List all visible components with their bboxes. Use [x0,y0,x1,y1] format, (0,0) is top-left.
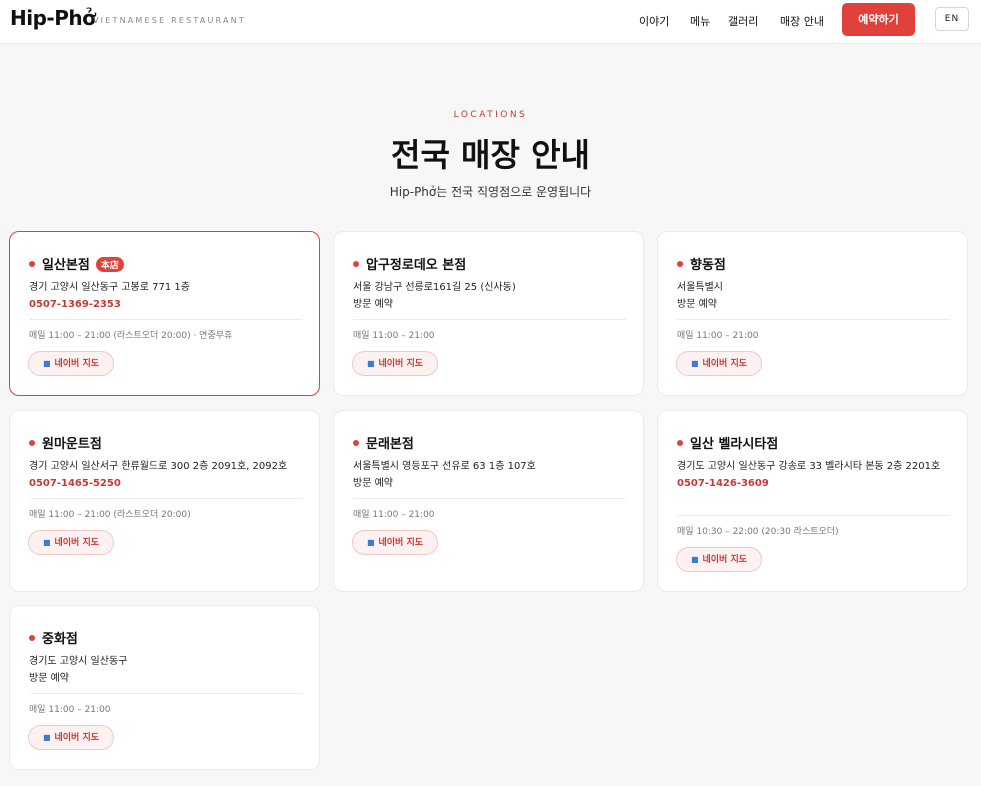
naver-map-button[interactable]: ■ 네이버 지도 [28,351,114,376]
map-icon: ■ [366,538,375,547]
store-card-ilsan-main: 일산본점 本店 경기 고양시 일산동구 고봉로 771 1층 0507-1369-2… [9,231,320,396]
store-card-mullae: 문래본점 서울특별시 영등포구 선유로 63 1층 107호 방문 예약 매일 1… [333,410,644,592]
store-address: 서울 강남구 선릉로161길 25 (신사동) 방문 예약 [353,279,628,313]
store-address: 서울특별시 영등포구 선유로 63 1층 107호 방문 예약 [353,458,628,492]
bullet-dot-icon [29,261,35,267]
store-name: 문래본점 [353,433,414,452]
store-name: 중화점 [29,628,78,647]
naver-map-button[interactable]: ■ 네이버 지도 [352,530,438,555]
store-card-bellacita: 일산 벨라시타점 경기도 고양시 일산동구 강송로 33 벨라시타 본동 2층 … [657,410,968,592]
card-divider [29,498,302,499]
card-divider [29,693,302,694]
store-phone[interactable]: 0507-1369-2353 [29,296,304,313]
card-divider [29,319,302,320]
store-phone[interactable]: 0507-1465-5250 [29,475,304,492]
page-title: 전국 매장 안내 [391,136,590,174]
store-address: 경기도 고양시 일산동구 강송로 33 벨라시타 본동 2층 2201호 0507… [677,458,952,492]
bullet-dot-icon [353,440,359,446]
map-icon: ■ [690,555,699,564]
store-hours: 매일 11:00 – 21:00 [677,331,759,341]
bullet-dot-icon [29,440,35,446]
store-card-apgujeong: 압구정로데오 본점 서울 강남구 선릉로161길 25 (신사동) 방문 예약 매… [333,231,644,396]
reserve-button[interactable]: 예약하기 [842,3,915,36]
map-icon: ■ [42,359,51,368]
card-divider [353,319,626,320]
naver-map-button[interactable]: ■ 네이버 지도 [28,530,114,555]
naver-map-button[interactable]: ■ 네이버 지도 [28,725,114,750]
store-reservation-note: 방문 예약 [29,673,69,684]
map-icon: ■ [690,359,699,368]
site-header: Hip-Phở VIETNAMESE RESTAURANT 이야기 메뉴 갤러리… [0,0,981,44]
main-store-badge: 本店 [95,257,124,272]
store-card-junghwa: 중화점 경기도 고양시 일산동구 방문 예약 매일 11:00 – 21:00 ■… [9,605,320,770]
store-card-hyangdong: 향동점 서울특별시 방문 예약 매일 11:00 – 21:00 ■ 네이버 지도 [657,231,968,396]
store-hours: 매일 11:00 – 21:00 (라스트오더 20:00) · 연중무휴 [29,331,233,341]
bullet-dot-icon [677,261,683,267]
bullet-dot-icon [677,440,683,446]
page-subtitle: Hip-Phở는 전국 직영점으로 운영됩니다 [389,185,592,199]
language-toggle-button[interactable]: EN [935,7,969,31]
store-card-onemount: 원마운트점 경기 고양시 일산서구 한류월드로 300 2층 2091호, 20… [9,410,320,592]
store-hours: 매일 11:00 – 21:00 [353,510,435,520]
store-phone[interactable]: 0507-1426-3609 [677,475,952,492]
map-icon: ■ [42,733,51,742]
card-divider [353,498,626,499]
store-reservation-note: 방문 예약 [677,299,717,310]
nav-item-menu[interactable]: 메뉴 [690,13,710,29]
store-reservation-note: 방문 예약 [353,299,393,310]
naver-map-button[interactable]: ■ 네이버 지도 [676,547,762,572]
store-name: 향동점 [677,254,726,273]
logo-tagline: VIETNAMESE RESTAURANT [93,16,246,25]
card-divider [677,515,950,516]
logo[interactable]: Hip-Phở [10,6,96,30]
store-reservation-note: 방문 예약 [353,478,393,489]
card-divider [677,319,950,320]
nav-item-story[interactable]: 이야기 [639,13,669,29]
store-address: 서울특별시 방문 예약 [677,279,952,313]
naver-map-button[interactable]: ■ 네이버 지도 [676,351,762,376]
store-name: 원마운트점 [29,433,102,452]
section-eyebrow: LOCATIONS [453,110,528,120]
store-hours: 매일 11:00 – 21:00 (라스트오더 20:00) [29,510,191,520]
store-hours: 매일 11:00 – 21:00 [29,705,111,715]
map-icon: ■ [42,538,51,547]
naver-map-button[interactable]: ■ 네이버 지도 [352,351,438,376]
store-name: 일산 벨라시타점 [677,433,778,452]
nav-item-stores[interactable]: 매장 안내 [780,13,824,29]
nav-item-gallery[interactable]: 갤러리 [728,13,758,29]
map-icon: ■ [366,359,375,368]
store-address: 경기도 고양시 일산동구 방문 예약 [29,653,304,687]
bullet-dot-icon [353,261,359,267]
store-address: 경기 고양시 일산서구 한류월드로 300 2층 2091호, 2092호 050… [29,458,304,492]
bullet-dot-icon [29,635,35,641]
store-hours: 매일 10:30 – 22:00 (20:30 라스트오더) [677,527,839,537]
store-name: 압구정로데오 본점 [353,254,466,273]
store-hours: 매일 11:00 – 21:00 [353,331,435,341]
store-name: 일산본점 本店 [29,254,124,273]
store-address: 경기 고양시 일산동구 고봉로 771 1층 0507-1369-2353 [29,279,304,313]
